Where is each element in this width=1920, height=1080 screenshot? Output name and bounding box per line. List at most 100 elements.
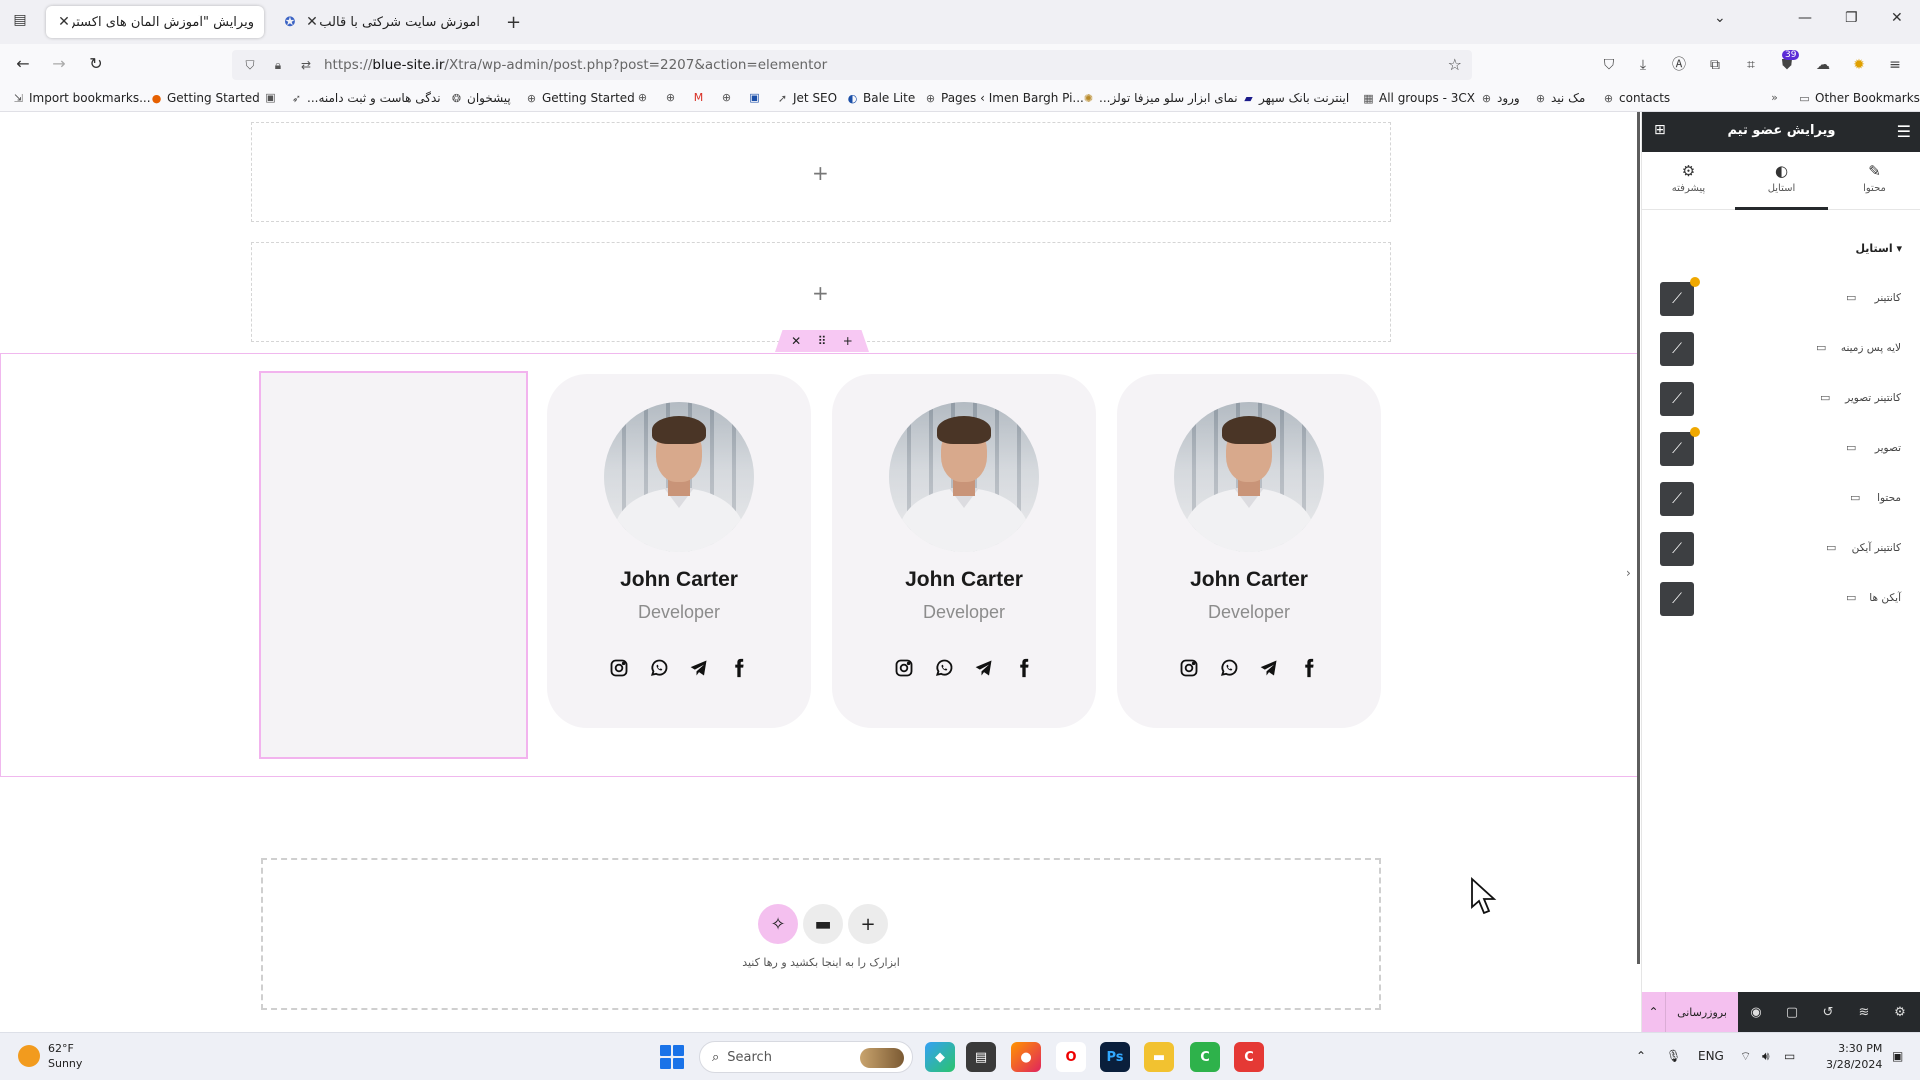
shield-icon[interactable]: ⛉ [240, 55, 260, 75]
globe-icon[interactable]: ⊕ [664, 91, 681, 104]
collapse-panel-icon[interactable]: › [1626, 566, 1631, 580]
weather-widget[interactable]: 62°F Sunny [18, 1041, 82, 1071]
file-explorer-icon[interactable]: ▬ [1144, 1042, 1174, 1072]
bookmark-item[interactable]: ✺ ...نمای ابزار سلو میزفا تولز [1082, 91, 1238, 105]
opera-icon[interactable]: O [1056, 1042, 1086, 1072]
lock-icon[interactable]: 🔒︎ [268, 55, 288, 75]
responsive-desktop-icon[interactable]: ▭ [1826, 541, 1836, 554]
download-icon[interactable]: ⤓ [1632, 54, 1654, 76]
telegram-icon[interactable] [404, 658, 424, 678]
new-tab-icon[interactable]: + [506, 12, 521, 33]
team-member-card[interactable]: John Carter Developer [832, 374, 1096, 728]
edit-style-button[interactable]: ⟋ [1660, 482, 1694, 516]
ai-sparkle-button[interactable]: ✧ [758, 904, 798, 944]
responsive-desktop-icon[interactable]: ▭ [1820, 391, 1830, 404]
edit-style-button[interactable]: ⟋ [1660, 432, 1694, 466]
edit-style-button[interactable]: ⟋ [1660, 382, 1694, 416]
bookmark-item[interactable]: ▣ [264, 91, 281, 104]
reload-icon[interactable]: ↻ [85, 54, 107, 76]
bookmark-item[interactable]: ▰ اینترنت بانک سپهر [1242, 91, 1349, 105]
add-widget-icon[interactable]: + [812, 281, 829, 305]
chevron-down-icon[interactable]: ⌄ [1714, 10, 1726, 26]
globe-icon[interactable]: ⊕ [720, 91, 737, 104]
volume-icon[interactable]: 🔊︎ [1762, 1049, 1770, 1064]
settings-extension-icon[interactable]: ✹ [1848, 54, 1870, 76]
bookmark-item[interactable]: ◐ Bale Lite [846, 91, 916, 105]
tab-style[interactable]: ◐ استایل [1735, 152, 1828, 210]
responsive-desktop-icon[interactable]: ▭ [1846, 591, 1856, 604]
bookmark-item[interactable]: ⊕ ورود [1480, 91, 1520, 105]
empty-section[interactable]: + [251, 122, 1391, 222]
restore-icon[interactable]: ❐ [1845, 10, 1858, 26]
tab-inactive[interactable]: ✪ ✕ آموزش سایت شرکتی با قالب اکس [272, 6, 490, 38]
permissions-icon[interactable]: ⇄ [296, 55, 316, 75]
widget-drop-area[interactable]: ✧ ▬ + ابزارک را به اینجا بکشید و رها کنی… [261, 858, 1381, 1010]
facebook-icon[interactable] [729, 658, 749, 678]
bookmark-star-icon[interactable]: ☆ [1448, 55, 1462, 74]
edit-style-button[interactable]: ⟋ [1660, 532, 1694, 566]
history-icon[interactable]: ↺ [1810, 1005, 1846, 1020]
wifi-icon[interactable]: ⌔ [1740, 1049, 1751, 1064]
tab-active[interactable]: ✕ ویرایش "آموزش المان های اکسترا - د [46, 6, 264, 38]
other-bookmarks[interactable]: ▭ Other Bookmarks [1798, 91, 1920, 105]
instagram-icon[interactable] [324, 658, 344, 678]
bookmark-item[interactable]: ❂ پیشخوان [450, 91, 511, 105]
bookmark-item[interactable]: ➚ Jet SEO [776, 91, 837, 105]
gmail-icon[interactable]: M [692, 91, 709, 104]
close-tab-icon[interactable]: ✕ [56, 14, 72, 30]
battery-icon[interactable]: ▭ [1784, 1049, 1795, 1063]
windows-start-icon[interactable] [660, 1045, 684, 1069]
language-indicator[interactable]: ENG [1698, 1049, 1724, 1063]
empty-section[interactable]: + [251, 242, 1391, 342]
site-icon[interactable]: ▣ [748, 91, 765, 104]
photoshop-icon[interactable]: Ps [1100, 1042, 1130, 1072]
add-section-icon[interactable]: + [843, 334, 853, 348]
tab-advanced[interactable]: ⚙ پیشرفته [1642, 152, 1735, 209]
team-member-card[interactable]: John Carter Developer [547, 374, 811, 728]
close-tab-icon[interactable]: ✕ [304, 14, 320, 30]
close-window-icon[interactable]: ✕ [1891, 10, 1903, 26]
more-bookmarks-icon[interactable]: » [1768, 91, 1785, 104]
taskbar-search[interactable]: ⌕ Search [699, 1041, 913, 1073]
menu-icon[interactable]: ≡ [1884, 54, 1906, 76]
responsive-desktop-icon[interactable]: ▭ [1850, 491, 1860, 504]
style-section-title[interactable]: ▾ استایل [1855, 242, 1902, 255]
team-section[interactable] [0, 353, 1638, 777]
tab-content[interactable]: ✎ محتوا [1828, 152, 1920, 209]
responsive-desktop-icon[interactable]: ▭ [1846, 291, 1856, 304]
bookmark-item[interactable]: ⇲ Import bookmarks... [12, 91, 151, 105]
team-member-card[interactable]: John Carter Developer [262, 374, 526, 728]
section-handle[interactable]: ✕ ⠿ + [775, 330, 869, 352]
instagram-icon[interactable] [609, 658, 629, 678]
preview-eye-icon[interactable]: ◉ [1738, 1005, 1774, 1020]
telegram-icon[interactable] [974, 658, 994, 678]
address-bar[interactable]: ⛉ 🔒︎ ⇄ https://blue-site.ir/Xtra/wp-admi… [232, 50, 1472, 80]
add-section-button[interactable]: + [848, 904, 888, 944]
camtasia-icon[interactable]: C [1190, 1042, 1220, 1072]
whatsapp-icon[interactable] [934, 658, 954, 678]
firefox-icon[interactable]: ● [1011, 1042, 1041, 1072]
bookmark-item[interactable]: ⊕ Pages ‹ Imen Bargh Pi... [924, 91, 1084, 105]
telegram-icon[interactable] [689, 658, 709, 678]
template-library-button[interactable]: ▬ [803, 904, 843, 944]
responsive-mode-icon[interactable]: ▢ [1774, 1005, 1810, 1020]
bookmark-item[interactable]: ▦ All groups - 3CX [1362, 91, 1475, 105]
extension-icon[interactable]: ⧉ [1704, 54, 1726, 76]
chevron-up-icon[interactable]: ⌃ [1642, 992, 1666, 1032]
facebook-icon[interactable] [1014, 658, 1034, 678]
responsive-desktop-icon[interactable]: ▭ [1846, 441, 1856, 454]
task-view-icon[interactable]: ▤ [966, 1042, 996, 1072]
back-icon[interactable]: ← [12, 54, 34, 76]
crop-icon[interactable]: ⌗ [1740, 54, 1762, 76]
recorder-icon[interactable]: C [1234, 1042, 1264, 1072]
forward-icon[interactable]: → [48, 54, 70, 76]
bookmark-item[interactable]: ⊕ contacts [1602, 91, 1670, 105]
minimize-icon[interactable]: — [1798, 10, 1812, 26]
notification-icon[interactable]: ▣ [1892, 1049, 1903, 1063]
canvas-scrollbar[interactable] [1637, 112, 1640, 964]
site-settings-gear-icon[interactable]: ⚙ [1882, 1005, 1918, 1020]
add-widget-icon[interactable]: + [812, 161, 829, 185]
responsive-desktop-icon[interactable]: ▭ [1816, 341, 1826, 354]
whatsapp-icon[interactable] [1219, 658, 1239, 678]
facebook-icon[interactable] [1299, 658, 1319, 678]
